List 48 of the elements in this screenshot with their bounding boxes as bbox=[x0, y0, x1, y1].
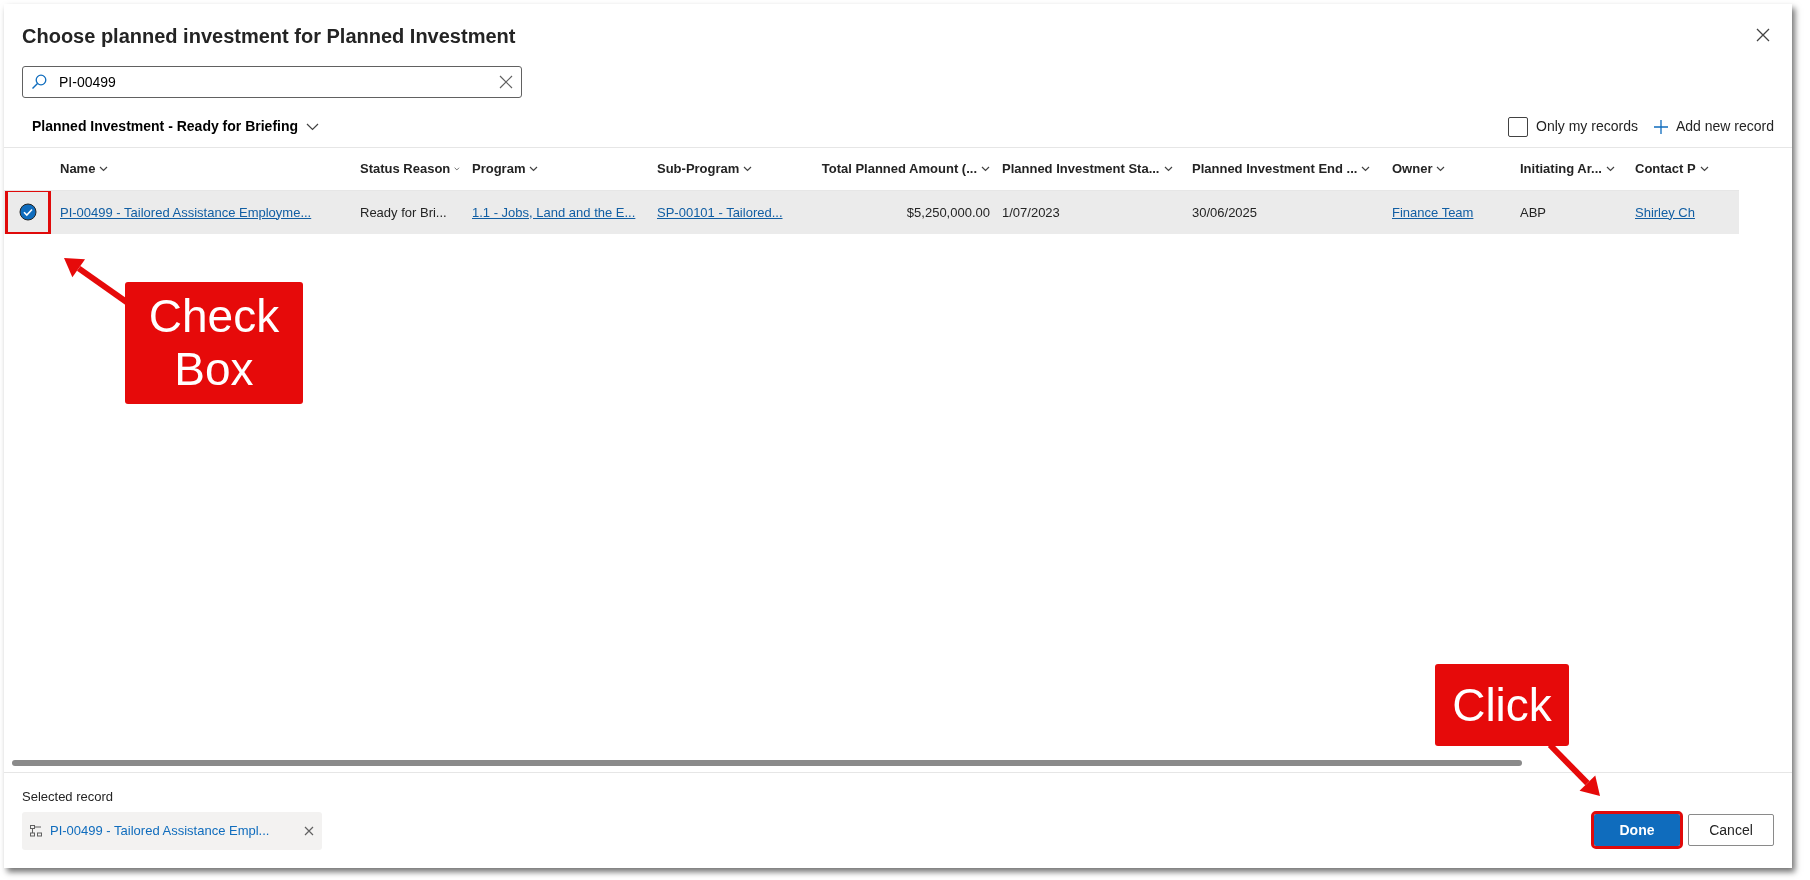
column-header[interactable]: Sub-Program bbox=[651, 148, 801, 190]
column-header[interactable]: Name bbox=[54, 148, 354, 190]
chevron-down-icon bbox=[1605, 165, 1615, 172]
chevron-down-icon bbox=[99, 165, 109, 172]
chevron-down-icon bbox=[1163, 165, 1173, 172]
column-header[interactable]: Contact P bbox=[1629, 148, 1739, 190]
callout-label: Check Box bbox=[125, 282, 303, 404]
table-cell: $5,250,000.00 bbox=[906, 204, 990, 220]
column-header[interactable]: Planned Investment Sta... bbox=[996, 148, 1186, 190]
horizontal-scrollbar[interactable] bbox=[12, 759, 1522, 766]
column-header[interactable]: Total Planned Amount (... bbox=[801, 148, 996, 190]
search-input[interactable]: PI-00499 bbox=[57, 70, 489, 94]
column-header[interactable]: Planned Investment End ... bbox=[1186, 148, 1386, 190]
column-header[interactable]: Owner bbox=[1386, 148, 1514, 190]
clear-icon[interactable] bbox=[499, 75, 513, 89]
chevron-down-icon bbox=[1699, 165, 1709, 172]
table-cell: ABP bbox=[1520, 204, 1546, 220]
checkmark-circle-icon bbox=[19, 203, 37, 222]
column-header[interactable]: Program bbox=[466, 148, 651, 190]
column-header[interactable]: Status Reason bbox=[354, 148, 466, 190]
view-selector[interactable]: Planned Investment - Ready for Briefing bbox=[28, 112, 324, 141]
chevron-down-icon bbox=[1361, 165, 1371, 172]
search-field[interactable]: PI-00499 bbox=[22, 66, 522, 98]
table-link[interactable]: Shirley Ch bbox=[1635, 204, 1695, 220]
callout-label: Click bbox=[1435, 664, 1569, 746]
table-cell: 30/06/2025 bbox=[1192, 204, 1258, 220]
chevron-down-icon bbox=[529, 165, 539, 172]
only-my-records-label: Only my records bbox=[1536, 117, 1638, 136]
chevron-down-icon bbox=[1436, 165, 1446, 172]
chevron-down-icon bbox=[981, 165, 990, 172]
row-checkbox[interactable] bbox=[8, 192, 48, 233]
chevron-down-icon bbox=[743, 165, 753, 172]
selected-record-label: Selected record bbox=[22, 787, 115, 806]
add-new-record-button[interactable]: Add new record bbox=[1653, 116, 1774, 137]
dialog-title: Choose planned investment for Planned Investment bbox=[22, 24, 516, 48]
column-header[interactable]: Initiating Ar... bbox=[1514, 148, 1629, 190]
record-icon bbox=[30, 825, 42, 837]
chevron-down-icon bbox=[454, 165, 460, 172]
table-cell: 1/07/2023 bbox=[1002, 204, 1060, 220]
search-icon bbox=[31, 74, 47, 90]
cancel-button[interactable]: Cancel bbox=[1688, 814, 1774, 846]
plus-icon bbox=[1653, 119, 1668, 134]
done-button[interactable]: Done bbox=[1594, 814, 1680, 846]
chevron-down-icon bbox=[306, 122, 320, 131]
table-cell: Ready for Bri... bbox=[360, 204, 447, 220]
only-my-records-checkbox[interactable] bbox=[1508, 116, 1528, 137]
selected-record-link[interactable]: PI-00499 - Tailored Assistance Empl... bbox=[50, 821, 296, 841]
remove-icon[interactable] bbox=[304, 826, 314, 836]
